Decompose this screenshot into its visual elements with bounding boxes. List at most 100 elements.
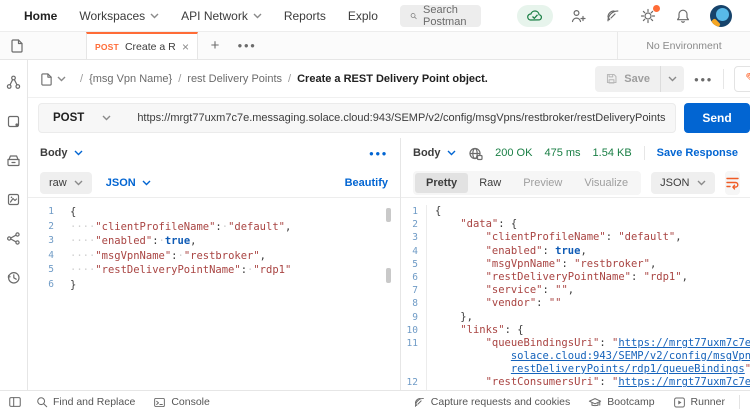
nav-reports[interactable]: Reports [284,9,326,23]
breadcrumb-msg-vpn[interactable]: {msg Vpn Name} [89,73,172,85]
chevron-down-icon [150,13,159,19]
find-replace-label: Find and Replace [53,396,135,408]
save-icon [605,72,618,85]
cloud-check-icon [526,9,544,22]
rail-environments-button[interactable] [6,152,22,168]
tab-visualize[interactable]: Visualize [573,173,639,193]
save-options-button[interactable] [660,66,684,92]
rail-mock-servers-button[interactable] [6,191,22,207]
console-button[interactable]: Console [153,396,210,409]
environment-selector[interactable]: No Environment [617,32,750,59]
invite-button[interactable] [568,6,588,26]
rail-collections-button[interactable] [6,74,22,90]
environment-label: No Environment [646,40,721,52]
request-name[interactable]: Create a REST Delivery Point object. [297,73,488,85]
code-line: 7 "service": "", [401,284,750,297]
capture-button[interactable] [603,6,623,26]
line-number: 11 [401,337,427,350]
satellite-icon [605,8,621,24]
line-number: 6 [401,271,427,284]
apis-icon [6,114,21,129]
settings-button[interactable] [638,6,658,26]
close-tab-icon[interactable]: × [182,41,189,53]
line-number: 7 [401,284,427,297]
mock-servers-icon [6,192,21,207]
request-body-selector[interactable]: Body [40,147,83,159]
tab-options-button[interactable]: ●●● [232,32,262,59]
editor-scrollbar[interactable] [386,208,391,222]
nav-workspaces[interactable]: Workspaces [79,9,159,23]
code-line: 2 "data": { [401,218,750,231]
code-line: 8 "vendor": "" [401,297,750,310]
bell-icon [675,8,691,24]
request-tab[interactable]: POST Create a REST D... × [86,32,198,59]
breadcrumb-rest-delivery-points[interactable]: rest Delivery Points [187,73,282,85]
response-body-selector[interactable]: Body [413,147,456,159]
tab-raw[interactable]: Raw [468,173,512,193]
document-icon [10,38,24,53]
request-language-selector[interactable]: JSON [106,177,151,189]
runner-button[interactable]: Runner [673,396,725,409]
word-wrap-toggle[interactable] [725,171,740,195]
global-search-input[interactable]: Search Postman [400,5,481,27]
rail-monitors-button[interactable] [6,230,22,246]
new-tab-button[interactable]: + [198,32,232,59]
monitors-icon [6,231,21,246]
response-panel: Body 200 OK 475 ms 1.54 KB Save Response [400,138,750,390]
more-actions-button[interactable]: ●●● [694,73,713,85]
nav-explore[interactable]: Explo [348,9,378,23]
request-body-editor[interactable]: 1{2····"clientProfileName":·"default",3·… [28,198,400,390]
response-body-viewer[interactable]: 1{2 "data": {3 "clientProfileName": "def… [401,198,750,390]
person-plus-icon [570,8,586,24]
request-body-row: Body ●●● [28,138,400,168]
sidebar-toggle-button[interactable] [0,32,34,59]
status-bar-right: Capture requests and cookies Bootcamp Ru… [395,395,740,409]
rail-history-button[interactable] [6,269,22,285]
nav-api-network[interactable]: API Network [181,9,262,23]
tab-strip: POST Create a REST D... × + ●●● No Envir… [0,32,750,60]
bootcamp-button[interactable]: Bootcamp [588,396,654,409]
rail-apis-button[interactable] [6,113,22,129]
code-line: 1{ [401,205,750,218]
search-icon [36,396,48,408]
satellite-icon [413,396,426,409]
request-url-row: POST https://mrgt77uxm7c7e.messaging.sol… [28,98,750,138]
toggle-sidebar-button[interactable] [8,395,22,409]
save-button[interactable]: Save [595,66,684,92]
request-options-button[interactable]: ●●● [369,147,388,159]
panel-layout-icon [8,395,22,409]
edit-documentation-button[interactable]: ✎ [734,66,750,92]
divider [739,395,740,409]
url-input[interactable]: https://mrgt77uxm7c7e.messaging.solace.c… [137,112,665,124]
postman-app: Home Workspaces API Network Reports Expl… [0,0,750,413]
document-icon [40,72,53,86]
method-selector[interactable]: POST [39,112,137,124]
notification-dot [653,5,660,12]
line-number [401,350,427,363]
send-button[interactable]: Send [684,103,750,133]
tab-pretty[interactable]: Pretty [415,173,468,193]
find-and-replace-button[interactable]: Find and Replace [36,396,135,408]
code-line: restDeliveryPoints/rdp1/queueBindings", [401,363,750,376]
save-label: Save [624,73,650,85]
capture-requests-button[interactable]: Capture requests and cookies [413,396,571,409]
notifications-button[interactable] [673,6,693,26]
collection-menu-button[interactable] [40,72,66,86]
tab-title: Create a REST D... [125,41,176,53]
editor-scrollbar[interactable] [386,268,391,283]
status-bar: Find and Replace Console Capture request… [0,390,750,413]
search-placeholder: Search Postman [423,4,471,28]
content-area: / {msg Vpn Name} / rest Delivery Points … [0,60,750,390]
response-language-selector[interactable]: JSON [651,172,714,194]
network-info-icon[interactable] [468,146,483,161]
body-format-selector[interactable]: raw [40,172,92,194]
sync-status-button[interactable] [517,5,553,27]
avatar[interactable] [710,5,732,27]
code-line: 6} [28,278,400,293]
code-line: 3 "clientProfileName": "default", [401,231,750,244]
beautify-button[interactable]: Beautify [345,177,388,189]
save-response-button[interactable]: Save Response [657,147,738,159]
history-icon [6,270,21,285]
nav-home[interactable]: Home [24,9,57,23]
tab-preview[interactable]: Preview [512,173,573,193]
